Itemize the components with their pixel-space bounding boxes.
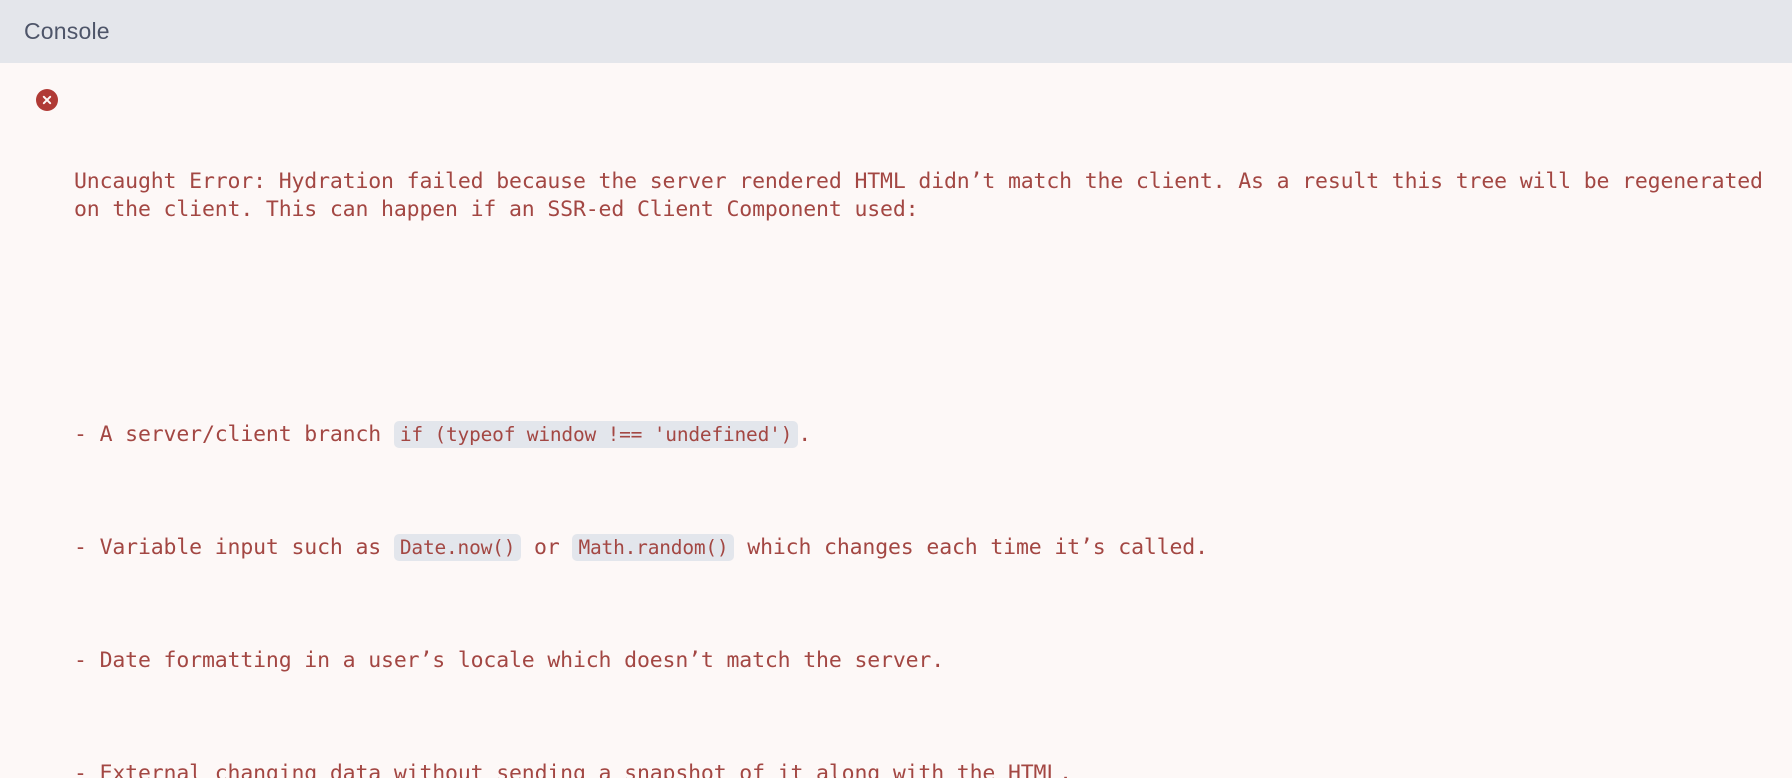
cause-branch-suffix: .	[798, 422, 812, 448]
cause-branch-prefix: - A server/client branch	[74, 422, 394, 448]
code-math-random: Math.random()	[572, 534, 735, 562]
cause-item-variable-input: - Variable input such as Date.now() or M…	[74, 534, 1768, 562]
console-header: Console	[0, 0, 1792, 63]
error-circle-x-icon	[36, 89, 58, 111]
cause-item-external-data: - External changing data without sending…	[74, 760, 1072, 778]
code-typeof-window: if (typeof window !== 'undefined')	[393, 421, 799, 449]
console-title: Console	[24, 18, 110, 44]
console-panel: Console Uncaught Error: Hydration failed…	[0, 0, 1792, 778]
error-intro-text: Uncaught Error: Hydration failed because…	[74, 168, 1776, 222]
error-message-content: Uncaught Error: Hydration failed because…	[74, 83, 1768, 778]
cause-item-branch: - A server/client branch if (typeof wind…	[74, 421, 1768, 449]
console-output-area[interactable]: Uncaught Error: Hydration failed because…	[0, 63, 1792, 778]
cause-variable-suffix: which changes each time it’s called.	[734, 535, 1208, 561]
cause-variable-prefix: - Variable input such as	[74, 535, 394, 561]
cause-item-date-formatting: - Date formatting in a user’s locale whi…	[74, 648, 944, 674]
cause-variable-middle: or	[521, 535, 573, 561]
error-log-entry: Uncaught Error: Hydration failed because…	[0, 83, 1792, 778]
code-date-now: Date.now()	[393, 534, 522, 562]
